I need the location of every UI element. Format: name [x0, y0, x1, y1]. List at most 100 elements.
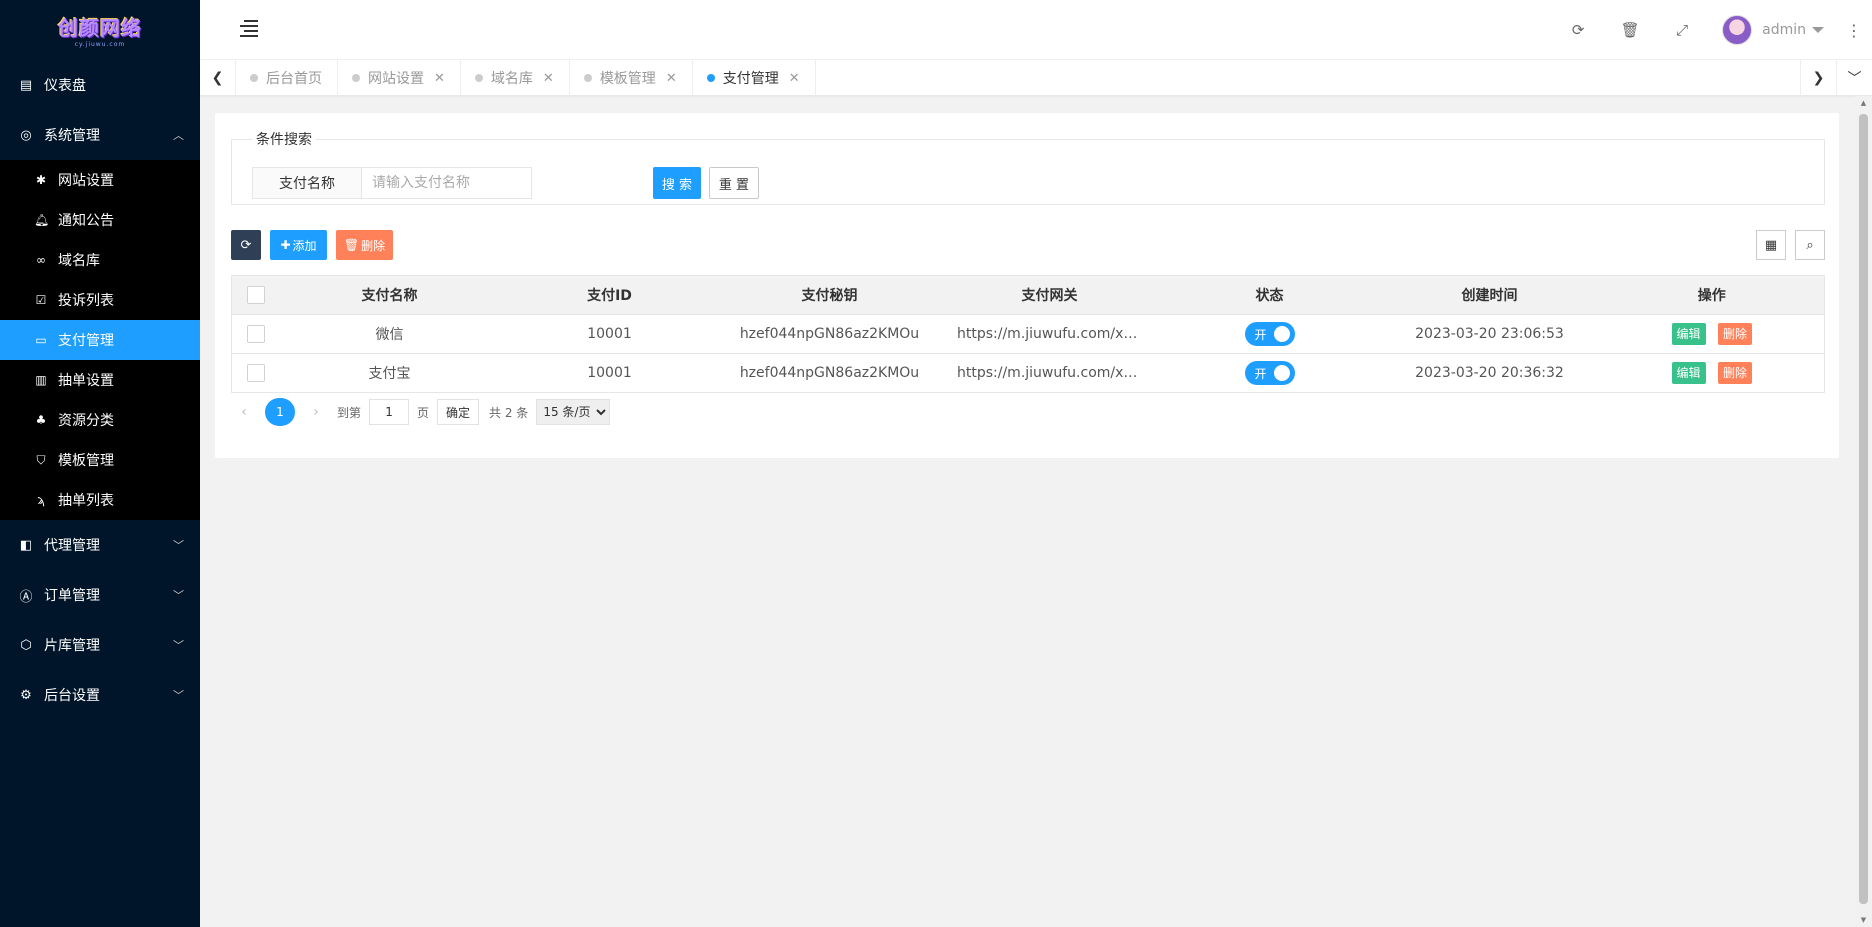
tab-home[interactable]: 后台首页 [236, 60, 338, 96]
edit-button[interactable]: 编辑 [1671, 323, 1706, 345]
scrollbar-thumb[interactable] [1859, 114, 1868, 904]
cell-created: 2023-03-20 23:06:53 [1379, 314, 1600, 354]
goto-label: 到第 [337, 405, 362, 420]
sidebar-menu: ▤ 仪表盘 ◎ 系统管理 ︿ ✱ 网站设置 🔔︎ 通知公告 ∞ 域名库 ☑ 投诉… [0, 60, 200, 720]
scroll-down-icon[interactable]: ▼ [1855, 913, 1872, 927]
row-checkbox[interactable] [246, 364, 265, 382]
columns-icon: ▦ [1764, 237, 1778, 253]
chevron-down-icon: ﹀ [173, 639, 184, 652]
column-header[interactable]: 创建时间 [1379, 275, 1600, 315]
sidebar-item-complaints[interactable]: ☑ 投诉列表 [0, 280, 200, 320]
tab-label: 后台首页 [266, 71, 322, 87]
search-fieldset: 条件搜索 支付名称 搜 索 重 置 [231, 129, 1825, 205]
sidebar-item-site-settings[interactable]: ✱ 网站设置 [0, 160, 200, 200]
edit-button[interactable]: 编辑 [1671, 362, 1706, 384]
sidebar-item-backend-settings[interactable]: ⚙ 后台设置 ﹀ [0, 670, 200, 720]
top-header: ⟳ 🗑︎ ⤢ admin ⋮ [200, 0, 1872, 60]
sidebar-item-resource-category[interactable]: ♣ 资源分类 [0, 400, 200, 440]
cell-key: hzef044npGN86az2KMOu [719, 314, 940, 354]
fullscreen-icon[interactable]: ⤢ [1656, 21, 1708, 39]
wallet-icon: ▭ [35, 333, 47, 347]
user-name[interactable]: admin [1762, 22, 1806, 38]
add-button[interactable]: ✚ 添加 [270, 230, 327, 260]
tab-domains[interactable]: 域名库 ✕ [461, 60, 570, 96]
close-icon[interactable]: ✕ [543, 71, 554, 86]
column-header[interactable]: 支付秘钥 [719, 275, 940, 315]
delete-button[interactable]: 🗑︎ 删除 [336, 230, 393, 260]
column-header[interactable]: 状态 [1159, 275, 1380, 315]
refresh-icon[interactable]: ⟳ [1552, 21, 1604, 39]
tabs-bar: ❮ 后台首页 网站设置 ✕ 域名库 ✕ 模板管理 ✕ 支付管理 ✕ ❯ ﹀ [200, 60, 1872, 96]
sidebar-item-library[interactable]: ⬡ 片库管理 ﹀ [0, 620, 200, 670]
page-size-select[interactable]: 15 条/页 [536, 399, 611, 425]
table-header-row: 支付名称 支付ID 支付秘钥 支付网关 状态 创建时间 操作 [231, 275, 1825, 315]
sidebar-item-label: 模板管理 [58, 453, 114, 469]
current-page[interactable]: 1 [265, 398, 295, 426]
trash-icon[interactable]: 🗑︎ [1604, 21, 1656, 39]
close-icon[interactable]: ✕ [789, 71, 800, 86]
payment-table: 支付名称 支付ID 支付秘钥 支付网关 状态 创建时间 操作 微信 10001 … [231, 275, 1825, 393]
tab-site-settings[interactable]: 网站设置 ✕ [338, 60, 461, 96]
sidebar-item-system[interactable]: ◎ 系统管理 ︿ [0, 110, 200, 160]
more-vertical-icon[interactable]: ⋮ [1844, 21, 1864, 40]
check-square-icon: ☑ [35, 293, 47, 307]
payment-name-input[interactable] [362, 167, 532, 199]
column-header[interactable]: 支付网关 [939, 275, 1160, 315]
tab-payment[interactable]: 支付管理 ✕ [693, 60, 816, 96]
column-header[interactable]: 支付名称 [279, 275, 500, 315]
status-toggle[interactable]: 开 [1244, 322, 1295, 346]
column-header[interactable]: 操作 [1599, 275, 1825, 315]
payment-panel: 条件搜索 支付名称 搜 索 重 置 ⟳ ✚ 添加 🗑︎ 删除 ▦ ⌕ [215, 113, 1839, 458]
category-icon: ♣ [35, 413, 47, 427]
sidebar-item-label: 通知公告 [58, 213, 114, 229]
columns-filter-button[interactable]: ▦ [1756, 230, 1786, 260]
search-button[interactable]: 搜 索 [653, 167, 701, 199]
order-icon: Ⓐ [19, 589, 33, 605]
sidebar-item-orders[interactable]: Ⓐ 订单管理 ﹀ [0, 570, 200, 620]
tabs-menu-chevron-down-icon[interactable]: ﹀ [1836, 60, 1872, 96]
sidebar-item-draw-list[interactable]: ϡ 抽单列表 [0, 480, 200, 520]
cell-actions: 编辑 删除 [1599, 314, 1825, 354]
close-icon[interactable]: ✕ [666, 71, 677, 86]
search-legend: 条件搜索 [256, 132, 312, 148]
tab-label: 模板管理 [599, 71, 656, 87]
select-all-cell [231, 275, 280, 315]
page-unit-label: 页 [417, 405, 430, 420]
sidebar-item-label: 片库管理 [44, 638, 100, 654]
logo[interactable]: 创颜网络 cy.jiuwu.com [0, 0, 200, 60]
goto-page-input[interactable] [369, 399, 410, 425]
sidebar-item-label: 系统管理 [44, 128, 100, 144]
tab-templates[interactable]: 模板管理 ✕ [570, 60, 693, 96]
close-icon[interactable]: ✕ [434, 71, 445, 86]
page-scrollbar[interactable]: ▲ ▼ [1855, 96, 1872, 927]
tab-label: 支付管理 [722, 71, 779, 87]
sidebar-item-templates[interactable]: ⛉ 模板管理 [0, 440, 200, 480]
prev-page-icon[interactable]: ‹ [231, 404, 257, 420]
tabs-scroll-left-icon[interactable]: ❮ [200, 60, 236, 96]
delete-row-button[interactable]: 删除 [1717, 362, 1752, 384]
delete-row-button[interactable]: 删除 [1717, 323, 1752, 345]
sidebar-item-payment[interactable]: ▭ 支付管理 [0, 320, 200, 360]
status-toggle[interactable]: 开 [1244, 361, 1295, 385]
column-header[interactable]: 支付ID [499, 275, 720, 315]
sidebar-item-agents[interactable]: ◧ 代理管理 ﹀ [0, 520, 200, 570]
next-page-icon[interactable]: › [303, 404, 329, 420]
menu-toggle-icon[interactable] [240, 20, 258, 38]
scroll-up-icon[interactable]: ▲ [1855, 96, 1872, 110]
trash-icon: 🗑︎ [343, 238, 360, 252]
cell-actions: 编辑 删除 [1599, 353, 1825, 393]
caret-down-icon[interactable] [1812, 27, 1824, 33]
refresh-button[interactable]: ⟳ [231, 230, 261, 260]
row-checkbox[interactable] [246, 325, 265, 343]
sidebar-item-notices[interactable]: 🔔︎ 通知公告 [0, 200, 200, 240]
tabs-scroll-right-icon[interactable]: ❯ [1800, 60, 1836, 96]
select-all-checkbox[interactable] [246, 286, 265, 304]
sidebar-item-dashboard[interactable]: ▤ 仪表盘 [0, 60, 200, 110]
sidebar-item-domains[interactable]: ∞ 域名库 [0, 240, 200, 280]
table-search-button[interactable]: ⌕ [1795, 230, 1825, 260]
gateway-text: https://m.jiuwufu.com/xpay/... [957, 365, 1142, 381]
reset-button[interactable]: 重 置 [709, 167, 759, 199]
avatar[interactable] [1722, 15, 1753, 45]
goto-confirm-button[interactable]: 确定 [437, 399, 480, 425]
sidebar-item-draw-settings[interactable]: ▥ 抽单设置 [0, 360, 200, 400]
